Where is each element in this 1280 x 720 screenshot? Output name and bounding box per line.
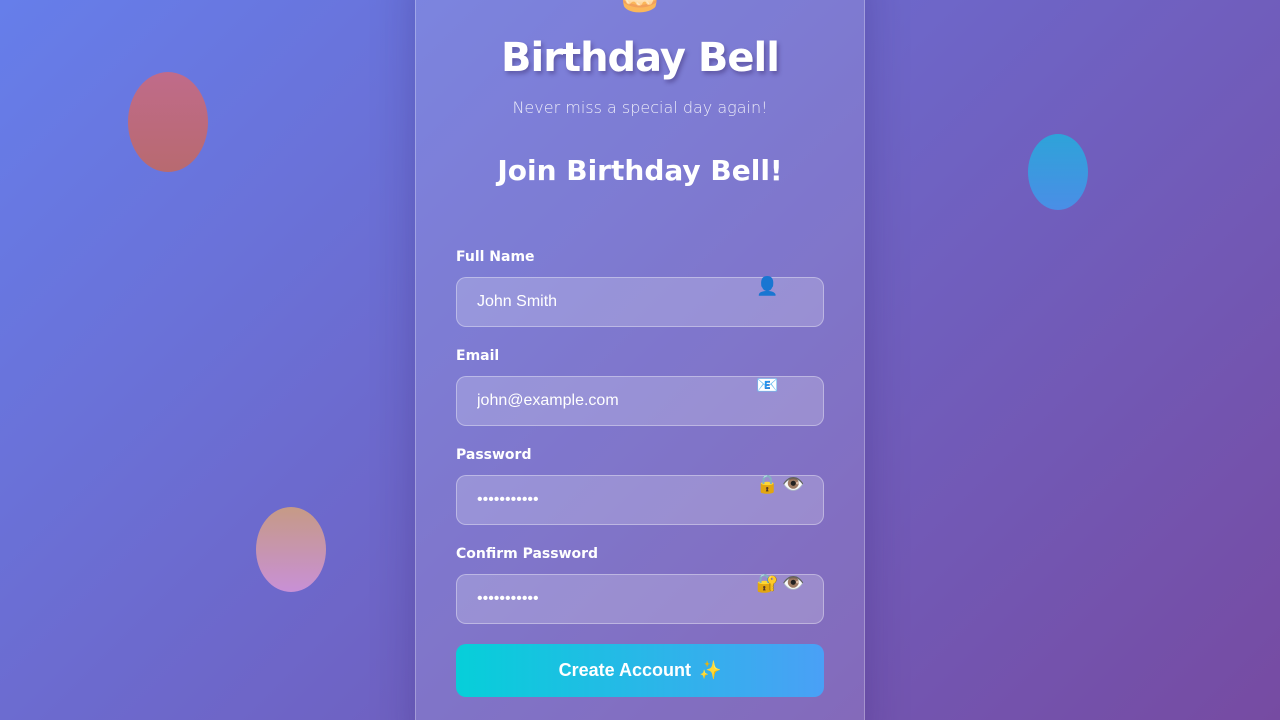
app-tagline: Never miss a special day again! [512,98,768,117]
show-password-eye-icon[interactable]: 👁️ [782,475,804,495]
show-confirm-password-eye-icon[interactable]: 👁️ [782,574,804,594]
lock-icon: 🔒 [756,474,779,495]
balloon-blue-decoration [1028,134,1088,210]
confirm-password-label: Confirm Password [456,546,599,562]
email-icon: 📧 [756,375,779,396]
lock-with-key-icon: 🔐 [756,573,779,594]
balloon-red-decoration [128,72,208,172]
balloon-peach-decoration [256,507,326,592]
create-account-button[interactable]: Create Account ✨ [456,644,824,697]
user-icon: 👤 [756,276,779,297]
app-title: Birthday Bell [501,35,780,81]
create-account-label: Create Account [558,660,691,680]
form-title: Join Birthday Bell! [497,154,783,187]
email-label: Email [456,348,500,364]
birthday-cake-icon: 🎂 [416,0,864,15]
sparkles-icon: ✨ [698,660,722,680]
password-label: Password [456,447,532,463]
full-name-label: Full Name [456,249,535,265]
